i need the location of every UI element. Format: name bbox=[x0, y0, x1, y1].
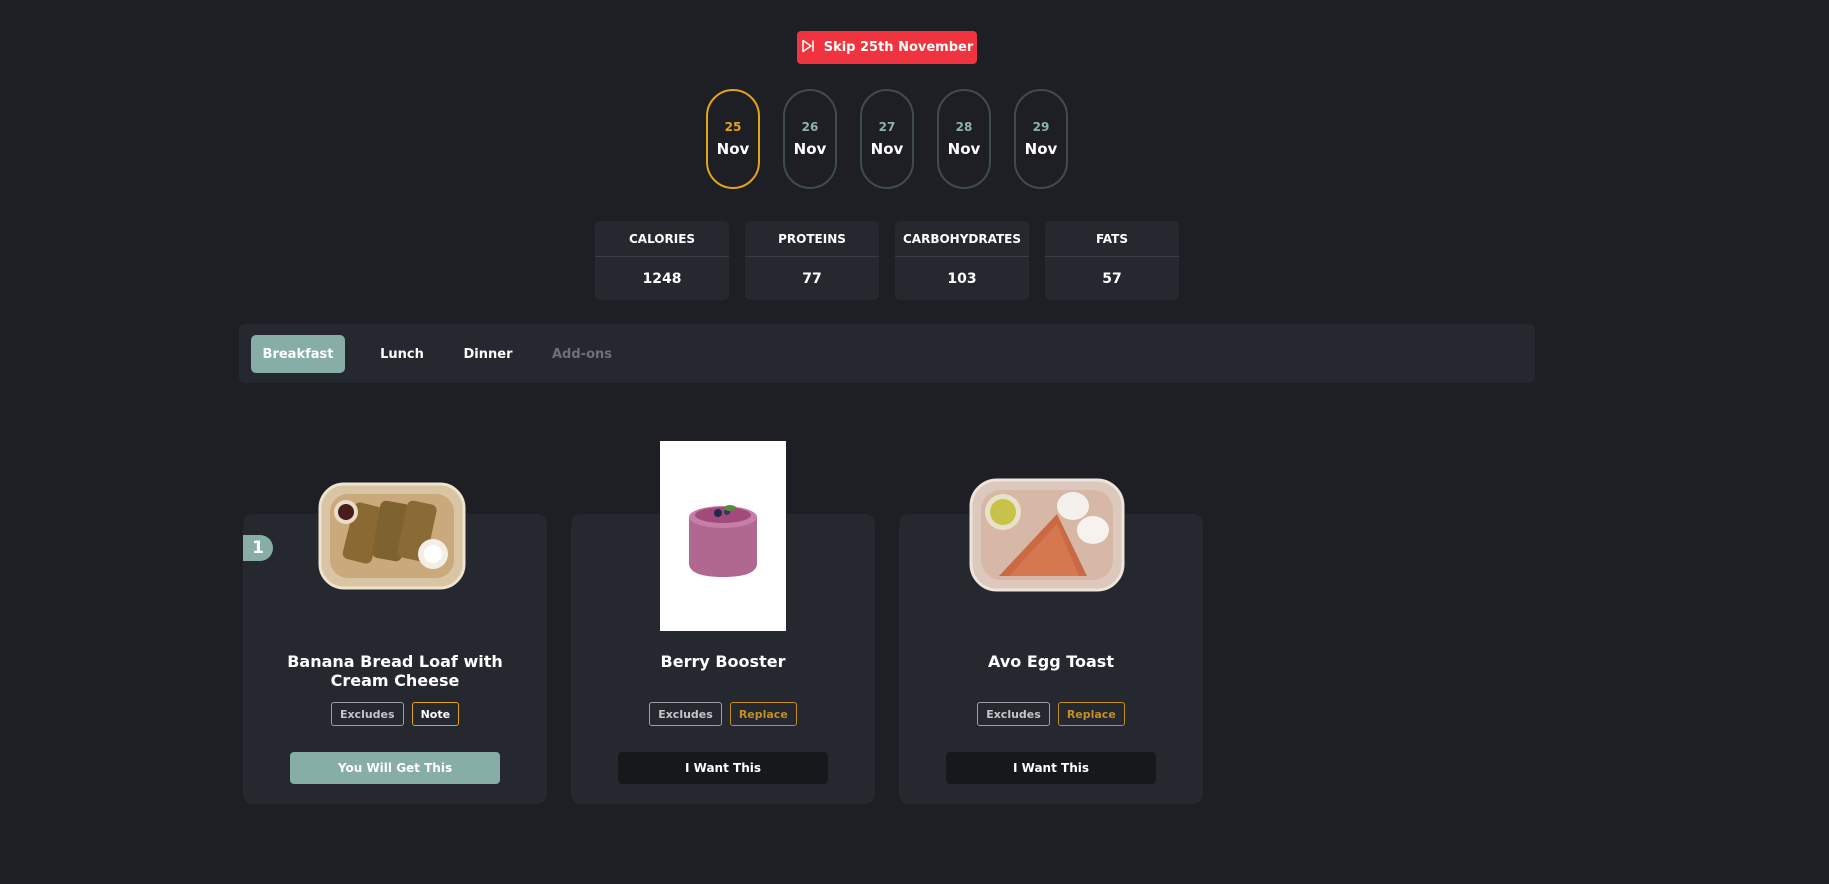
macro-summary: CALORIES 1248 PROTEINS 77 CARBOHYDRATES … bbox=[595, 221, 1179, 300]
date-pill-28[interactable]: 28 Nov bbox=[937, 89, 991, 189]
macro-proteins: PROTEINS 77 bbox=[745, 221, 879, 300]
tab-breakfast[interactable]: Breakfast bbox=[251, 335, 345, 373]
date-day: 27 bbox=[878, 120, 896, 134]
choose-meal-button[interactable]: I Want This bbox=[946, 752, 1156, 784]
date-day: 28 bbox=[955, 120, 973, 134]
date-day: 29 bbox=[1032, 120, 1050, 134]
avo-egg-toast-image bbox=[969, 478, 1125, 592]
macro-calories: CALORIES 1248 bbox=[595, 221, 729, 300]
macro-carbohydrates: CARBOHYDRATES 103 bbox=[895, 221, 1029, 300]
macro-label: CARBOHYDRATES bbox=[895, 221, 1029, 257]
meal-selection-badge: 1 bbox=[243, 535, 273, 561]
date-pill-26[interactable]: 26 Nov bbox=[783, 89, 837, 189]
date-day: 25 bbox=[724, 120, 742, 134]
date-pill-25[interactable]: 25 Nov bbox=[706, 89, 760, 189]
skip-day-label: Skip 25th November bbox=[823, 40, 974, 55]
banana-bread-image bbox=[318, 482, 466, 590]
replace-button[interactable]: Replace bbox=[729, 702, 797, 726]
date-selector: 25 Nov 26 Nov 27 Nov 28 Nov 29 Nov bbox=[706, 89, 1068, 189]
meal-tabs: Breakfast Lunch Dinner Add-ons bbox=[239, 324, 1535, 383]
skip-forward-icon bbox=[801, 39, 815, 57]
macro-value: 1248 bbox=[642, 270, 682, 287]
macro-label: CALORIES bbox=[595, 221, 729, 257]
replace-button[interactable]: Replace bbox=[1057, 702, 1125, 726]
date-day: 26 bbox=[801, 120, 819, 134]
dish-name: Berry Booster bbox=[660, 652, 786, 671]
tab-add-ons[interactable]: Add-ons bbox=[545, 335, 619, 373]
dish-name: Banana Bread Loaf with Cream Cheese bbox=[287, 652, 503, 690]
tab-dinner[interactable]: Dinner bbox=[453, 335, 523, 373]
excludes-button[interactable]: Excludes bbox=[330, 702, 404, 726]
macro-label: PROTEINS bbox=[745, 221, 879, 257]
note-button[interactable]: Note bbox=[411, 702, 460, 726]
dish-name: Avo Egg Toast bbox=[988, 652, 1114, 671]
choose-meal-button[interactable]: I Want This bbox=[618, 752, 828, 784]
macro-value: 57 bbox=[1102, 270, 1122, 287]
date-month: Nov bbox=[793, 140, 827, 158]
tab-lunch[interactable]: Lunch bbox=[367, 335, 437, 373]
macro-fats: FATS 57 bbox=[1045, 221, 1179, 300]
date-pill-29[interactable]: 29 Nov bbox=[1014, 89, 1068, 189]
date-month: Nov bbox=[947, 140, 981, 158]
macro-value: 103 bbox=[947, 270, 977, 287]
excludes-button[interactable]: Excludes bbox=[649, 702, 722, 726]
berry-booster-image bbox=[660, 441, 786, 631]
excludes-button[interactable]: Excludes bbox=[977, 702, 1050, 726]
date-pill-27[interactable]: 27 Nov bbox=[860, 89, 914, 189]
date-month: Nov bbox=[870, 140, 904, 158]
selected-meal-button[interactable]: You Will Get This bbox=[290, 752, 500, 784]
date-month: Nov bbox=[716, 140, 750, 158]
date-month: Nov bbox=[1024, 140, 1058, 158]
macro-value: 77 bbox=[802, 270, 822, 287]
skip-day-button[interactable]: Skip 25th November bbox=[797, 31, 977, 64]
macro-label: FATS bbox=[1045, 221, 1179, 257]
